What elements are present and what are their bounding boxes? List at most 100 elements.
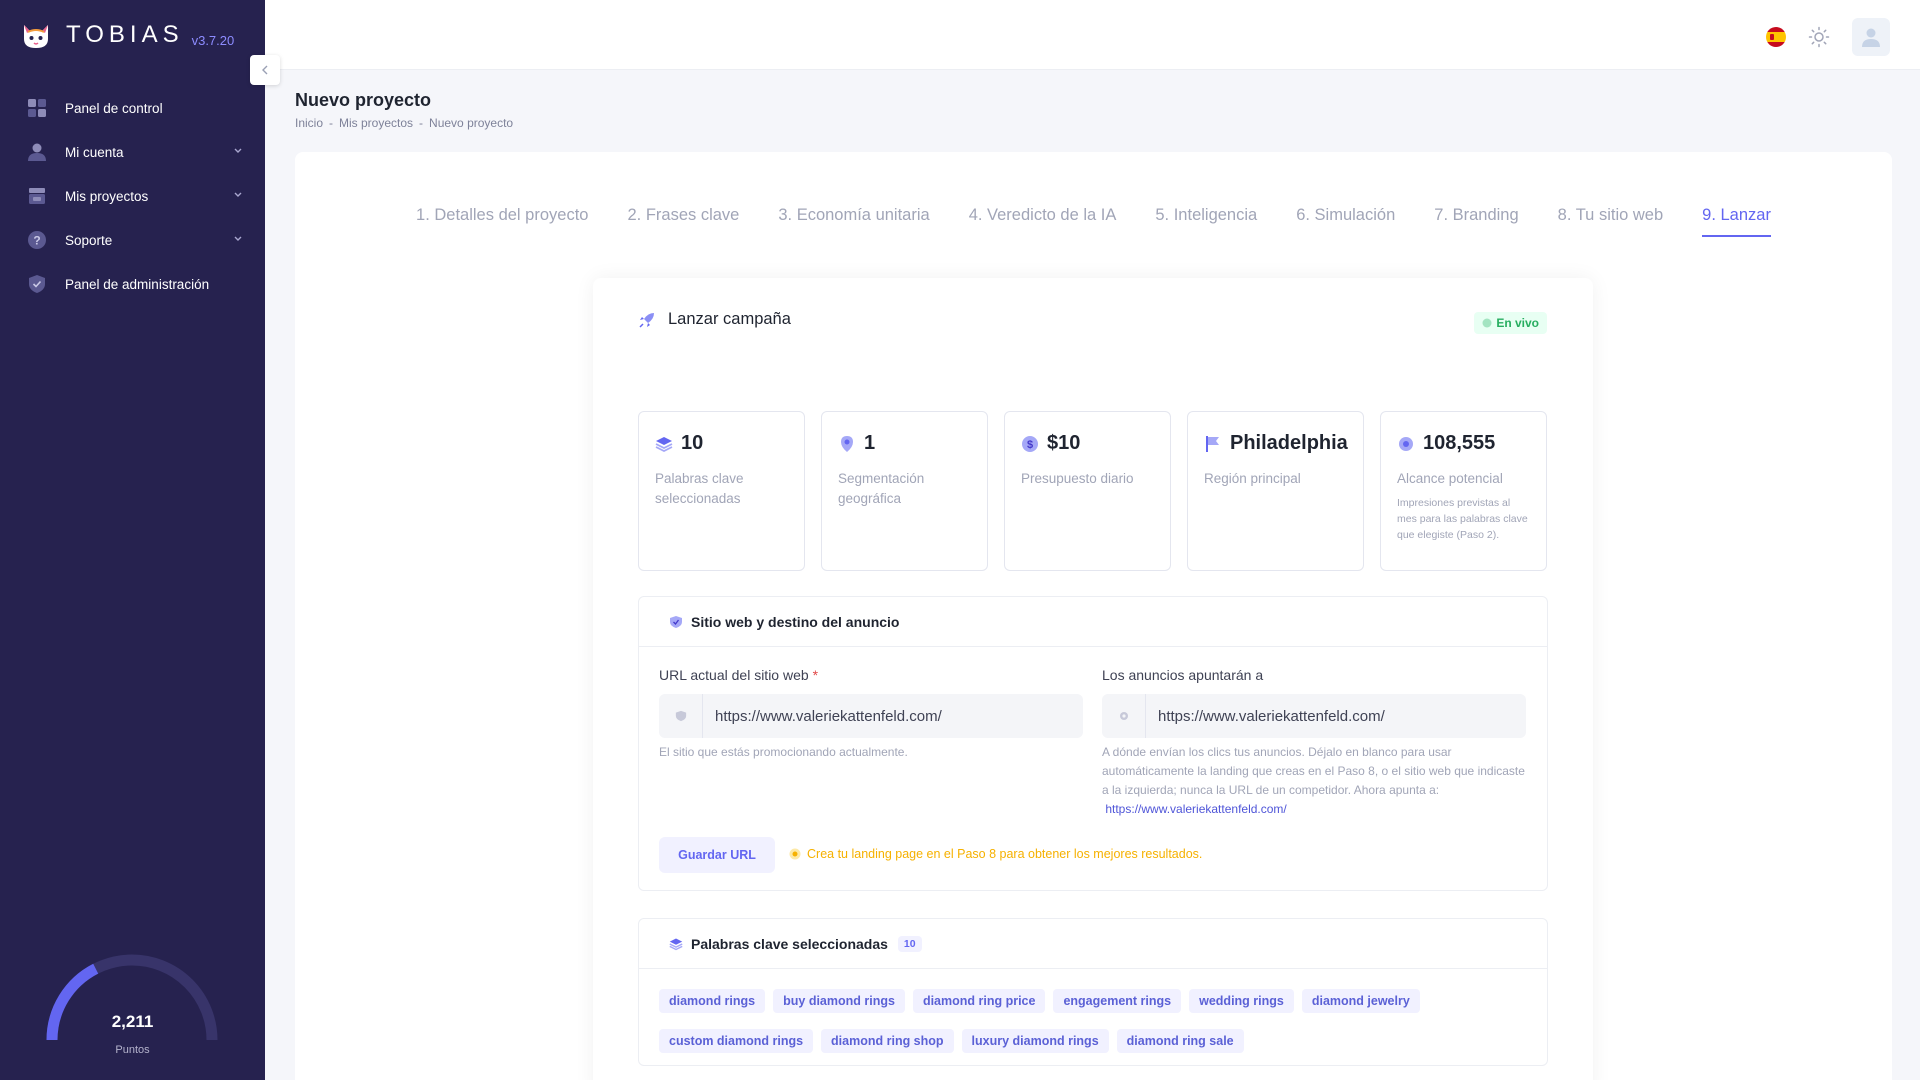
sun-icon[interactable]: [1808, 26, 1830, 48]
chevron-down-icon: [234, 148, 242, 153]
points-gauge: 2,211 Puntos: [40, 948, 225, 1058]
destination-url-help: A dónde envían los clics tus anuncios. D…: [1102, 745, 1525, 816]
destination-url-field[interactable]: https://www.valeriekattenfeld.com/: [1102, 694, 1526, 738]
current-url-help: El sitio que estás promocionando actualm…: [659, 745, 908, 759]
stat-reach: 108,555 Alcance potencial Impresiones pr…: [1380, 411, 1547, 571]
user-icon: [27, 142, 47, 162]
keyword-chip[interactable]: wedding rings: [1189, 989, 1294, 1013]
chevron-left-icon: [262, 65, 268, 75]
eye-icon: [1397, 435, 1415, 453]
projects-icon: [27, 186, 47, 206]
website-section: Sitio web y destino del anuncio URL actu…: [638, 596, 1548, 891]
stat-label: Región principal: [1204, 471, 1301, 486]
keyword-chip[interactable]: diamond rings: [659, 989, 766, 1013]
sidebar-item-label: Soporte: [65, 232, 113, 248]
destination-link[interactable]: https://www.valeriekattenfeld.com/: [1105, 802, 1286, 816]
tab-unit-economics[interactable]: 3. Economía unitaria: [778, 206, 929, 237]
keyword-chip[interactable]: custom diamond rings: [659, 1029, 814, 1053]
cat-logo-icon: [24, 25, 48, 48]
keywords-section: Palabras clave seleccionadas 10 diamond …: [638, 918, 1548, 1066]
page-title: Nuevo proyecto: [295, 90, 432, 110]
sidebar-item-support[interactable]: ? Soporte: [0, 218, 265, 262]
tab-ai-verdict[interactable]: 4. Veredicto de la IA: [969, 206, 1117, 237]
keyword-chips: diamond rings buy diamond rings diamond …: [659, 989, 1529, 1053]
section-title: Palabras clave seleccionadas: [691, 935, 888, 952]
breadcrumb: Inicio - Mis proyectos - Nuevo proyecto: [295, 116, 513, 130]
sidebar-item-dashboard[interactable]: Panel de control: [0, 86, 265, 130]
brand[interactable]: TOBIAS v3.7.20: [20, 18, 234, 52]
shield-icon: [669, 615, 683, 629]
landing-warning: Crea tu landing page en el Paso 8 para o…: [789, 847, 1202, 861]
chevron-down-icon: [234, 236, 242, 241]
stat-label: Palabras clave seleccionadas: [655, 471, 744, 506]
keyword-chip[interactable]: diamond ring shop: [821, 1029, 954, 1053]
help-icon: ?: [27, 230, 47, 250]
status-badge: En vivo: [1474, 312, 1547, 334]
launch-title: Lanzar campaña: [668, 310, 791, 328]
keyword-chip[interactable]: diamond ring price: [912, 989, 1046, 1013]
destination-url-label: Los anuncios apuntarán a: [1102, 667, 1264, 683]
sidebar-item-projects[interactable]: Mis proyectos: [0, 174, 265, 218]
launch-panel: Lanzar campaña En vivo 10 Palabras clave…: [593, 278, 1593, 1080]
stat-value: $10: [1047, 432, 1081, 454]
stat-budget: $ $10 Presupuesto diario: [1004, 411, 1171, 571]
tab-key-phrases[interactable]: 2. Frases clave: [627, 206, 739, 237]
tab-simulation[interactable]: 6. Simulación: [1296, 206, 1395, 237]
stat-value: 10: [681, 432, 704, 454]
breadcrumb-separator: -: [419, 116, 424, 130]
keyword-chip[interactable]: buy diamond rings: [773, 989, 905, 1013]
save-url-button[interactable]: Guardar URL: [659, 837, 775, 873]
sidebar-item-label: Mi cuenta: [65, 144, 124, 160]
map-pin-icon: [1102, 694, 1146, 738]
rocket-icon: [639, 312, 654, 328]
stat-label: Alcance potencial: [1397, 471, 1503, 486]
breadcrumb-separator: -: [329, 116, 334, 130]
sidebar-nav: Panel de control Mi cuenta Mis proyectos…: [0, 86, 265, 306]
stat-label: Segmentación geográfica: [838, 471, 925, 506]
tab-project-details[interactable]: 1. Detalles del proyecto: [416, 206, 588, 237]
keyword-chip[interactable]: diamond ring sale: [1116, 1029, 1244, 1053]
tab-your-website[interactable]: 8. Tu sitio web: [1558, 206, 1663, 237]
current-url-value: https://www.valeriekattenfeld.com/: [715, 707, 942, 725]
dashboard-icon: [27, 98, 47, 118]
current-url-label: URL actual del sitio web *: [659, 667, 819, 683]
keyword-count-badge: 10: [897, 935, 922, 952]
current-url-field[interactable]: https://www.valeriekattenfeld.com/: [659, 694, 1083, 738]
sidebar-item-admin[interactable]: Panel de administración: [0, 262, 265, 306]
sidebar-item-label: Mis proyectos: [65, 188, 149, 204]
sidebar-collapse-button[interactable]: [250, 55, 280, 85]
stats-row: 10 Palabras clave seleccionadas 1 Segmen…: [638, 411, 1547, 571]
step-tabs: 1. Detalles del proyecto 2. Frases clave…: [295, 206, 1892, 237]
section-title: Sitio web y destino del anuncio: [691, 613, 900, 630]
keyword-chip[interactable]: engagement rings: [1053, 989, 1182, 1013]
stat-keywords: 10 Palabras clave seleccionadas: [638, 411, 805, 571]
keyword-chip[interactable]: luxury diamond rings: [961, 1029, 1109, 1053]
sidebar-item-account[interactable]: Mi cuenta: [0, 130, 265, 174]
breadcrumb-projects[interactable]: Mis proyectos: [339, 116, 413, 130]
breadcrumb-home[interactable]: Inicio: [295, 116, 323, 130]
keyword-chip[interactable]: diamond jewelry: [1301, 989, 1420, 1013]
status-text: En vivo: [1496, 316, 1539, 330]
stat-region: Philadelphia Región principal: [1187, 411, 1364, 571]
section-header: Sitio web y destino del anuncio: [639, 597, 1547, 647]
app-name: TOBIAS: [66, 21, 184, 48]
tab-launch[interactable]: 9. Lanzar: [1702, 206, 1771, 237]
points-value: 2,211: [111, 1012, 154, 1031]
stat-geo: 1 Segmentación geográfica: [821, 411, 988, 571]
points-label: Puntos: [115, 1044, 150, 1056]
spain-flag-icon[interactable]: [1766, 27, 1786, 47]
app-version: v3.7.20: [191, 32, 235, 48]
breadcrumb-current: Nuevo proyecto: [429, 116, 514, 130]
sidebar-item-label: Panel de administración: [65, 276, 210, 292]
shield-icon: [659, 694, 703, 738]
flag-icon: [1204, 435, 1222, 453]
user-avatar[interactable]: [1852, 18, 1890, 56]
tab-intelligence[interactable]: 5. Inteligencia: [1155, 206, 1257, 237]
main-card: 1. Detalles del proyecto 2. Frases clave…: [295, 152, 1892, 1080]
shield-icon: [27, 274, 47, 294]
stat-description: Impresiones previstas al mes para las pa…: [1397, 497, 1528, 541]
layers-icon: [655, 435, 673, 453]
tab-branding[interactable]: 7. Branding: [1434, 206, 1518, 237]
stat-value: 108,555: [1423, 432, 1496, 454]
user-avatar-icon: [1862, 28, 1880, 47]
